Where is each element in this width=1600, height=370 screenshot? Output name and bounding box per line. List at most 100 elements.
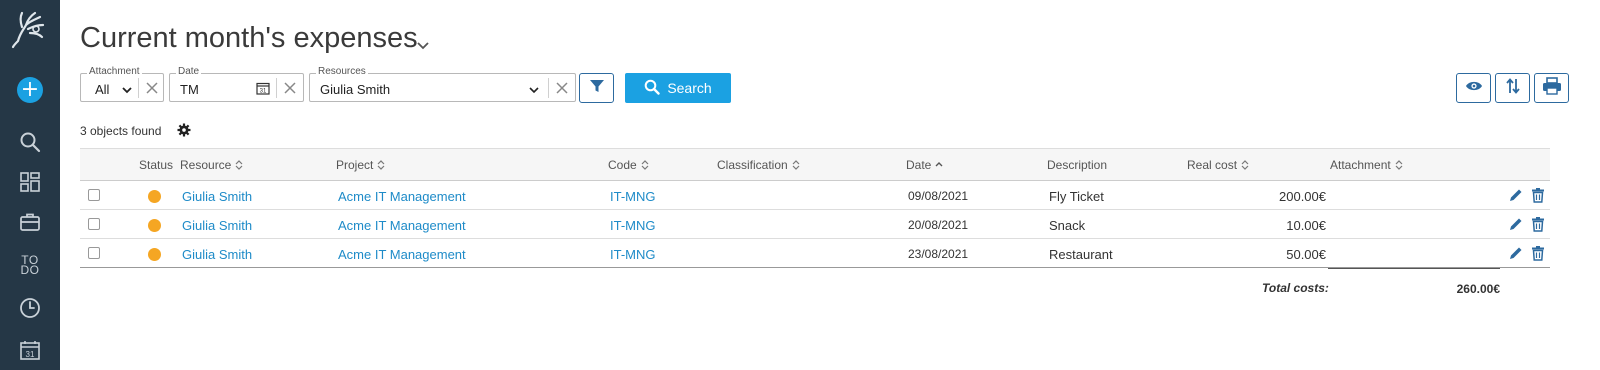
eye-icon [1465,79,1483,98]
resource-link[interactable]: Giulia Smith [182,189,252,204]
status-indicator [148,248,161,261]
totals-divider [1328,268,1500,269]
column-project-label: Project [336,158,374,172]
column-real-cost-label: Real cost [1187,158,1238,172]
view-button[interactable] [1456,73,1491,103]
funnel-icon [589,78,605,99]
delete-trash-icon[interactable] [1530,187,1546,203]
resource-link[interactable]: Giulia Smith [182,218,252,233]
project-link[interactable]: Acme IT Management [338,218,466,233]
filter-button[interactable] [579,73,614,103]
row-checkbox[interactable] [88,218,100,230]
code-link[interactable]: IT-MNG [610,189,656,204]
date-filter[interactable]: Date TM 31 [169,66,304,102]
delete-trash-icon[interactable] [1530,216,1546,232]
chevron-down-icon[interactable] [416,38,430,52]
resources-filter-label: Resources [316,66,368,78]
table-header: Status Resource Project Code Classificat… [80,148,1550,181]
column-classification[interactable]: Classification [717,158,800,172]
date-cell: 09/08/2021 [908,189,969,203]
chevron-down-icon[interactable] [121,83,133,95]
date-cell: 20/08/2021 [908,218,969,232]
column-date-label: Date [906,158,932,172]
resources-select[interactable]: Giulia Smith [320,82,390,97]
attachment-filter[interactable]: Attachment All [80,66,164,102]
printer-icon [1542,76,1562,100]
sort-icon [235,160,243,170]
sort-icon [792,160,800,170]
real-cost-cell: 10.00€ [1286,218,1326,233]
table-row: Giulia Smith Acme IT Management IT-MNG 2… [80,239,1550,268]
description-cell: Snack [1049,218,1086,233]
project-link[interactable]: Acme IT Management [338,189,466,204]
column-code[interactable]: Code [608,158,649,172]
row-checkbox[interactable] [88,247,100,259]
real-cost-cell: 50.00€ [1286,247,1326,262]
search-button[interactable]: Search [625,73,731,103]
search-icon [644,79,661,98]
clear-attachment-icon[interactable] [144,80,160,96]
print-button[interactable] [1534,73,1569,103]
column-code-label: Code [608,158,637,172]
total-costs-label: Total costs: [1262,281,1329,295]
todo-icon[interactable]: TO DO [0,247,60,283]
description-cell: Fly Ticket [1049,189,1104,204]
table-row: Giulia Smith Acme IT Management IT-MNG 2… [80,210,1550,239]
divider [548,78,549,98]
date-input[interactable]: TM [180,82,199,97]
calendar-icon[interactable]: 31 [256,81,270,95]
todo-label: TO DO [20,253,40,277]
svg-text:31: 31 [260,89,267,95]
date-filter-label: Date [176,66,202,78]
table-row: Giulia Smith Acme IT Management IT-MNG 0… [80,181,1550,210]
divider [138,78,139,98]
attachment-select[interactable]: All [95,82,109,97]
add-button[interactable]: + [0,72,60,108]
column-classification-label: Classification [717,158,788,172]
divider [276,78,277,98]
expenses-table: Status Resource Project Code Classificat… [80,148,1550,268]
page-title: Current month's expenses [80,22,418,54]
edit-pencil-icon[interactable] [1508,245,1524,261]
column-resource[interactable]: Resource [180,158,243,172]
column-attachment-label: Attachment [1330,158,1391,172]
gear-icon[interactable] [177,123,191,137]
resource-link[interactable]: Giulia Smith [182,247,252,262]
code-link[interactable]: IT-MNG [610,218,656,233]
chevron-down-icon[interactable] [528,83,540,95]
description-cell: Restaurant [1049,247,1113,262]
delete-trash-icon[interactable] [1530,245,1546,261]
column-attachment[interactable]: Attachment [1330,158,1403,172]
code-link[interactable]: IT-MNG [610,247,656,262]
sort-ascending-icon [935,162,943,167]
attachment-filter-label: Attachment [87,66,142,78]
status-indicator [148,219,161,232]
clear-resources-icon[interactable] [554,80,570,96]
real-cost-cell: 200.00€ [1279,189,1326,204]
date-cell: 23/08/2021 [908,247,969,261]
dashboard-icon[interactable] [0,164,60,200]
column-real-cost[interactable]: Real cost [1187,158,1249,172]
sort-icon [1241,160,1249,170]
sort-icon [377,160,385,170]
search-button-label: Search [667,80,712,96]
edit-pencil-icon[interactable] [1508,216,1524,232]
briefcase-icon[interactable] [0,204,60,240]
total-costs-value: 260.00€ [1456,282,1500,296]
resources-filter[interactable]: Resources Giulia Smith [309,66,576,102]
calendar-icon[interactable]: 31 [0,332,60,368]
column-date[interactable]: Date [906,158,943,172]
sort-arrows-icon [1505,77,1521,100]
edit-pencil-icon[interactable] [1508,187,1524,203]
clear-date-icon[interactable] [282,80,298,96]
results-count: 3 objects found [80,124,162,138]
clock-icon[interactable] [0,290,60,326]
logo-icon[interactable] [0,6,60,50]
project-link[interactable]: Acme IT Management [338,247,466,262]
column-project[interactable]: Project [336,158,385,172]
row-checkbox[interactable] [88,189,100,201]
plus-icon: + [17,77,43,103]
sort-icon [1395,160,1403,170]
sort-button[interactable] [1495,73,1530,103]
search-icon[interactable] [0,124,60,160]
